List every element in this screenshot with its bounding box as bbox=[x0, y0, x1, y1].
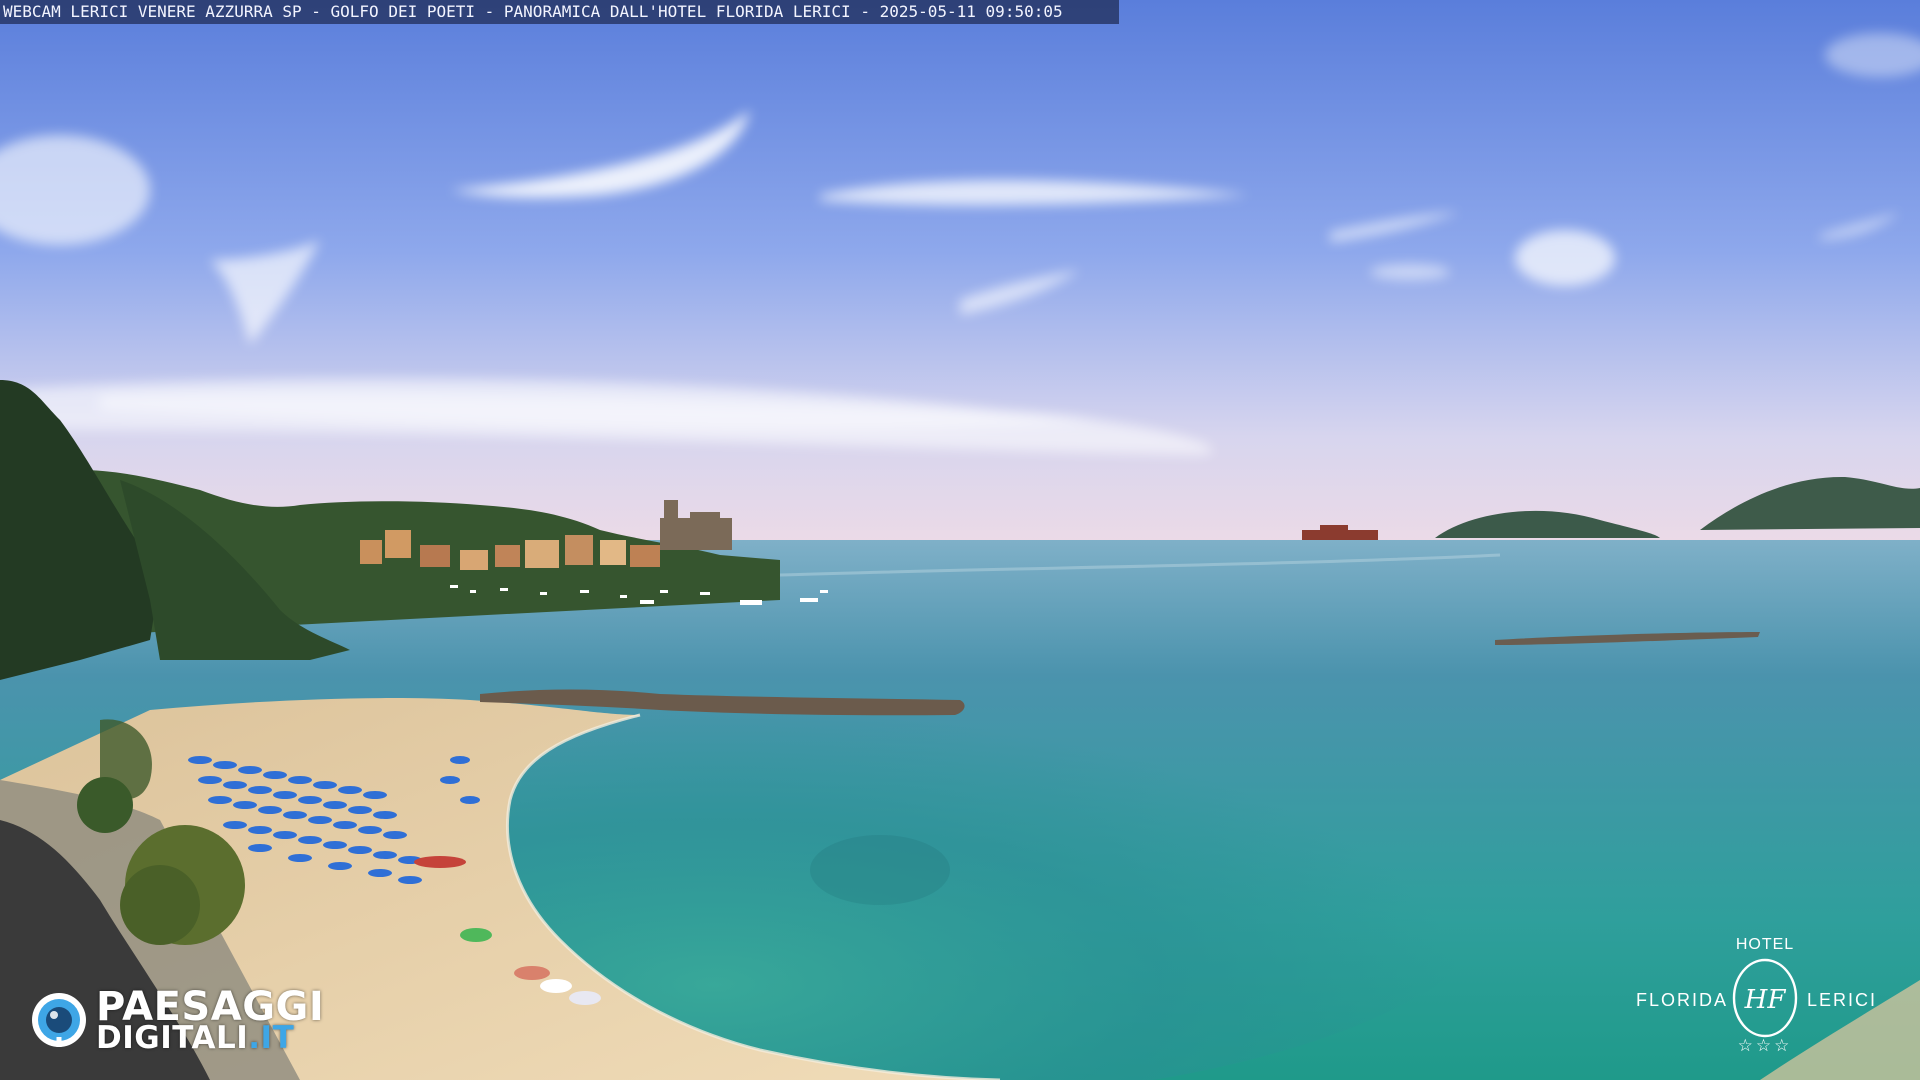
hotel-monogram: HF bbox=[1744, 985, 1787, 1015]
ship bbox=[1302, 530, 1378, 540]
hotel-florida-logo: HOTEL HF FLORIDA LERICI ☆☆☆ bbox=[1630, 930, 1900, 1065]
watermark-suffix: .IT bbox=[248, 1020, 295, 1056]
webcam-scene bbox=[0, 0, 1920, 1080]
hotel-word: HOTEL bbox=[1735, 936, 1795, 953]
paesaggi-digitali-logo: PAESAGGI DIGITALI.IT bbox=[30, 985, 350, 1055]
webcam-caption: WEBCAM LERICI VENERE AZZURRA SP - GOLFO … bbox=[0, 0, 1119, 24]
watermark-line2: DIGITALI.IT bbox=[96, 1023, 294, 1054]
hotel-name-right: LERICI bbox=[1807, 990, 1878, 1010]
green-umbrella bbox=[460, 928, 492, 942]
hotel-stars-icon: ☆☆☆ bbox=[1737, 1036, 1793, 1056]
camera-lens-icon bbox=[32, 993, 86, 1047]
hotel-name-left: FLORIDA bbox=[1636, 990, 1729, 1010]
watermark-main: DIGITALI bbox=[96, 1020, 249, 1056]
red-umbrella bbox=[514, 966, 550, 980]
hotel-crest-icon: HF bbox=[1732, 958, 1798, 1038]
red-boat bbox=[414, 856, 466, 868]
